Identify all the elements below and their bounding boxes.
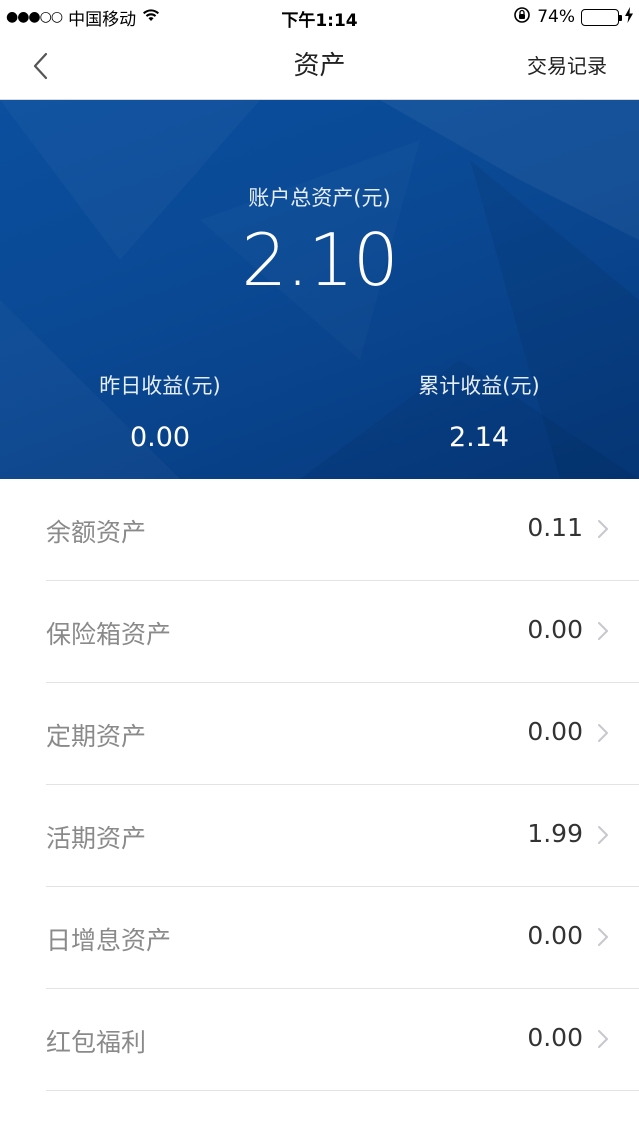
transaction-records-button[interactable]: 交易记录 (527, 46, 607, 86)
total-assets-value: 2.10 (241, 218, 398, 302)
asset-row-label: 活期资产 (46, 824, 147, 853)
asset-row-label: 定期资产 (46, 722, 147, 751)
status-right: 74% (513, 6, 633, 28)
chevron-right-icon (598, 520, 608, 538)
cumulative-earnings-value: 2.14 (448, 422, 510, 453)
asset-row-label: 保险箱资产 (46, 620, 172, 649)
rotation-lock-icon (513, 6, 531, 29)
asset-row-daily-interest[interactable]: 日增息资产 0.00 (46, 887, 639, 989)
asset-row-label: 日增息资产 (46, 926, 172, 955)
asset-row-value: 0.00 (527, 717, 583, 746)
battery-icon (581, 8, 622, 26)
battery-percent: 74% (537, 7, 575, 27)
chevron-right-icon (598, 826, 608, 844)
cumulative-earnings: 累计收益(元) 2.14 (319, 370, 639, 453)
asset-row-fixed-term[interactable]: 定期资产 0.00 (46, 683, 639, 785)
chevron-right-icon (598, 928, 608, 946)
yesterday-earnings-label: 昨日收益(元) (99, 374, 221, 398)
asset-row-red-packet[interactable]: 红包福利 0.00 (46, 989, 639, 1091)
asset-row-balance[interactable]: 余额资产 0.11 (46, 479, 639, 581)
asset-row-value: 0.00 (527, 1023, 583, 1052)
asset-row-value: 0.00 (527, 921, 583, 950)
nav-bar: 资产 交易记录 (0, 34, 639, 100)
asset-row-safe-box[interactable]: 保险箱资产 0.00 (46, 581, 639, 683)
chevron-right-icon (598, 724, 608, 742)
asset-row-label: 红包福利 (46, 1028, 147, 1057)
asset-row-value: 1.99 (527, 819, 583, 848)
asset-row-label: 余额资产 (46, 518, 147, 547)
status-bar: ●●●○○ 中国移动 下午1:14 74% (0, 0, 639, 34)
asset-row-value: 0.11 (527, 513, 583, 542)
asset-row-value: 0.00 (527, 615, 583, 644)
asset-list: 余额资产 0.11 保险箱资产 0.00 定期资产 0.00 活期资产 1.99… (0, 479, 639, 1091)
yesterday-earnings: 昨日收益(元) 0.00 (0, 370, 320, 453)
cumulative-earnings-label: 累计收益(元) (418, 374, 540, 398)
chevron-right-icon (598, 1030, 608, 1048)
total-assets-label: 账户总资产(元) (248, 186, 391, 210)
charging-icon (625, 6, 633, 28)
battery-tip (619, 14, 622, 21)
asset-summary-panel: 账户总资产(元) 2.10 昨日收益(元) 0.00 累计收益(元) 2.14 (0, 100, 639, 479)
chevron-right-icon (598, 622, 608, 640)
asset-row-current[interactable]: 活期资产 1.99 (46, 785, 639, 887)
yesterday-earnings-value: 0.00 (129, 422, 191, 453)
